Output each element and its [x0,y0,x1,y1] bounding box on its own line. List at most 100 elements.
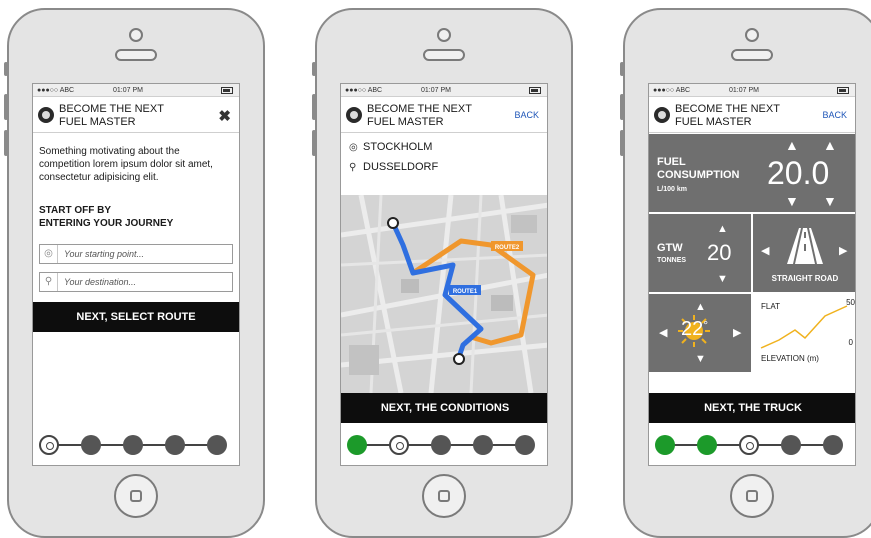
speaker [423,49,465,61]
fuel-label: FUEL [657,156,686,168]
motivation-text: Something motivating about the competiti… [39,146,213,183]
screen-conditions: ●●●○○ ABC 01:07 PM BECOME THE NEXT FUEL … [648,83,856,466]
page-title: BECOME THE NEXT FUEL MASTER [675,103,780,128]
arrow-up-icon[interactable]: ▲ [823,138,837,152]
arrow-up-icon[interactable]: ▲ [695,300,706,314]
section-heading: START OFF BY ENTERING YOUR JOURNEY [39,205,174,229]
status-time: 01:07 PM [421,87,451,94]
phone-frame-2: ●●●○○ ABC 01:07 PM BECOME THE NEXT FUEL … [312,8,573,538]
signal-indicator: ●●●○○ ABC [345,87,383,94]
starting-point-placeholder: Your starting point... [64,249,145,259]
home-button[interactable] [730,474,774,518]
target-icon: ◎ [349,142,358,153]
elevation-graph [760,305,848,349]
gtw-tile: GTW TONNES 20 ▲ ▼ [649,214,751,292]
pin-icon: ⚲ [349,162,357,173]
back-button[interactable]: BACK [822,110,847,120]
status-time: 01:07 PM [113,87,143,94]
step-dot[interactable] [39,435,59,455]
page-title: BECOME THE NEXT FUEL MASTER [367,103,472,128]
home-square-icon [438,490,450,502]
arrow-up-icon[interactable]: ▲ [717,222,728,236]
conditions-grid: FUEL CONSUMPTION L/100 km 20.0 ▲ ▲ ▼ ▼ G… [649,134,855,392]
home-button[interactable] [114,474,158,518]
progress-stepper [649,435,855,455]
step-dot[interactable] [207,435,227,455]
next-truck-button[interactable]: NEXT, THE TRUCK [649,393,855,423]
route-map[interactable]: ROUTE2 ROUTE1 [341,194,547,394]
arrow-left-icon[interactable]: ◀ [659,326,667,340]
elevation-tile[interactable]: FLAT 50 0 ELEVATION (m) [753,294,855,372]
status-bar: ●●●○○ ABC 01:07 PM [33,84,239,97]
side-button [312,62,316,76]
screen-route: ●●●○○ ABC 01:07 PM BECOME THE NEXT FUEL … [340,83,548,466]
battery-icon [221,87,233,94]
side-button [4,62,8,76]
step-dot[interactable] [697,435,717,455]
step-dot[interactable] [655,435,675,455]
fuel-unit: L/100 km [657,186,687,193]
road-label: STRAIGHT ROAD [771,274,839,283]
progress-stepper [33,435,239,455]
side-button [312,94,316,120]
consumption-label: CONSUMPTION [657,169,740,181]
phone-frame-1: ●●●○○ ABC 01:07 PM BECOME THE NEXT FUEL … [4,8,265,538]
arrow-down-icon[interactable]: ▼ [823,194,837,208]
side-button [4,130,8,156]
side-button [4,94,8,120]
arrow-right-icon[interactable]: ▶ [733,326,741,340]
home-square-icon [130,490,142,502]
destination-row: ⚲ DUSSELDORF [341,157,547,177]
temperature-tile: ▲ ▼ ◀ ▶ 22° [649,294,751,372]
step-dot[interactable] [515,435,535,455]
camera [129,28,143,42]
map-canvas: ROUTE2 ROUTE1 [341,194,547,394]
home-button[interactable] [422,474,466,518]
road-icon [787,228,823,264]
app-header: BECOME THE NEXT FUEL MASTER BACK [341,97,547,133]
next-select-route-button[interactable]: NEXT, SELECT ROUTE [33,302,239,332]
destination-placeholder: Your destination... [64,277,137,287]
step-dot[interactable] [473,435,493,455]
close-icon[interactable]: ✖ [218,107,231,125]
step-dot[interactable] [123,435,143,455]
step-dot[interactable] [823,435,843,455]
gtw-value: 20 [707,240,732,265]
app-header: BECOME THE NEXT FUEL MASTER ✖ [33,97,239,133]
page-title: BECOME THE NEXT FUEL MASTER [59,103,164,128]
next-conditions-button[interactable]: NEXT, THE CONDITIONS [341,393,547,423]
arrow-down-icon[interactable]: ▼ [717,272,728,286]
route-endpoints: ◎ STOCKHOLM ⚲ DUSSELDORF [341,133,547,177]
step-dot[interactable] [781,435,801,455]
arrow-down-icon[interactable]: ▼ [695,352,706,366]
route-2-label: ROUTE2 [495,245,520,251]
step-dot[interactable] [431,435,451,455]
arrow-up-icon[interactable]: ▲ [785,138,799,152]
home-square-icon [746,490,758,502]
arrow-right-icon[interactable]: ▶ [839,244,847,258]
starting-point-input[interactable]: ◎ Your starting point... [39,244,233,264]
destination-input[interactable]: ⚲ Your destination... [39,272,233,292]
gtw-unit: TONNES [657,257,687,264]
step-dot[interactable] [347,435,367,455]
step-dot[interactable] [389,435,409,455]
arrow-left-icon[interactable]: ◀ [761,244,769,258]
route-1-label: ROUTE1 [453,289,478,295]
step-dot[interactable] [165,435,185,455]
gtw-label: GTW [657,242,683,254]
back-button[interactable]: BACK [514,110,539,120]
step-dot[interactable] [739,435,759,455]
arrow-down-icon[interactable]: ▼ [785,194,799,208]
route-end-marker [453,353,465,365]
status-bar: ●●●○○ ABC 01:07 PM [649,84,855,97]
fuel-value: 20.0 [767,155,830,191]
camera [437,28,451,42]
temperature-value: 22° [681,318,709,340]
side-button [620,62,624,76]
logo-icon [38,107,54,123]
step-dot[interactable] [81,435,101,455]
side-button [620,94,624,120]
progress-stepper [341,435,547,455]
phone-frame-3: ●●●○○ ABC 01:07 PM BECOME THE NEXT FUEL … [620,8,871,538]
fuel-consumption-tile: FUEL CONSUMPTION L/100 km 20.0 ▲ ▲ ▼ ▼ [649,134,855,212]
